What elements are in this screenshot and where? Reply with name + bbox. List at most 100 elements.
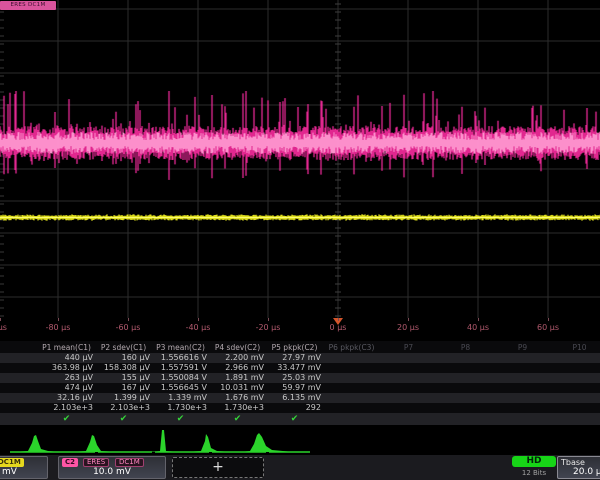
param-sdev-p1: 32.16 µV: [38, 393, 95, 403]
param-mean-p7: [380, 363, 437, 373]
param-mean-p6: [323, 363, 380, 373]
c2-trace-badge: ERES DC1M: [0, 1, 56, 10]
param-max-p9: [494, 383, 551, 393]
param-max-p8: [437, 383, 494, 393]
param-min-p1: 263 µV: [38, 373, 95, 383]
param-mean-p3: 1.557591 V: [152, 363, 209, 373]
c2-eres-badge: ERES: [83, 458, 109, 467]
param-value-p6: [323, 353, 380, 363]
oscilloscope-screen: ERES DC1M -100 µs -80 µs -60 µs -40 µs -20 µ…: [0, 0, 600, 480]
measure-row-mean: 363.98 µV158.308 µV1.557591 V2.966 mV33.…: [0, 363, 600, 373]
time-axis-label: -60 µs: [116, 323, 141, 332]
measure-row-num: 2.103e+32.103e+31.730e+31.730e+3292: [0, 403, 600, 413]
time-axis-label: -40 µs: [186, 323, 211, 332]
param-header-p5[interactable]: P5 pkpk(C2): [266, 343, 323, 353]
param-value-p3: 1.556616 V: [152, 353, 209, 363]
param-max-p3: 1.556645 V: [152, 383, 209, 393]
param-min-p3: 1.550084 V: [152, 373, 209, 383]
hd-badge[interactable]: HD: [512, 456, 556, 467]
bottom-bar: DC1M 10.0 mV C2 ERES DC1M 10.0 mV + HD 1…: [0, 455, 600, 480]
time-axis-label: 20 µs: [397, 323, 419, 332]
param-min-p8: [437, 373, 494, 383]
param-value-p2: 160 µV: [95, 353, 152, 363]
time-axis-label: -100 µs: [0, 323, 7, 332]
waveform-grid[interactable]: ERES DC1M: [0, 0, 600, 318]
param-header-p3[interactable]: P3 mean(C2): [152, 343, 209, 353]
measure-row-value: 440 µV160 µV1.556616 V2.200 mV27.97 mV: [0, 353, 600, 363]
measurement-table: P1 mean(C1)P2 sdev(C1)P3 mean(C2)P4 sdev…: [0, 341, 600, 425]
param-mean-p5: 33.477 mV: [266, 363, 323, 373]
parameter-histicons: [0, 425, 600, 455]
time-axis-tick: [548, 318, 549, 321]
param-header-p6[interactable]: P6 pkpk(C3): [323, 343, 380, 353]
param-num-p7: [380, 403, 437, 413]
measure-row-sdev: 32.16 µV1.399 µV1.339 mV1.676 mV6.135 mV: [0, 393, 600, 403]
param-mean-p8: [437, 363, 494, 373]
param-sdev-p4: 1.676 mV: [209, 393, 266, 403]
param-num-p9: [494, 403, 551, 413]
channel-c1-descriptor[interactable]: DC1M 10.0 mV: [0, 456, 48, 479]
c1-scale: 10.0 mV: [0, 467, 47, 477]
param-sdev-p3: 1.339 mV: [152, 393, 209, 403]
param-max-p2: 167 µV: [95, 383, 152, 393]
param-num-p1: 2.103e+3: [38, 403, 95, 413]
param-min-p2: 155 µV: [95, 373, 152, 383]
time-axis-label: -80 µs: [46, 323, 71, 332]
time-axis-label: -20 µs: [256, 323, 281, 332]
add-channel-button[interactable]: +: [172, 457, 264, 478]
param-value-p5: 27.97 mV: [266, 353, 323, 363]
param-header-p4[interactable]: P4 sdev(C2): [209, 343, 266, 353]
param-status-p10: [551, 413, 600, 425]
time-axis-label: 40 µs: [467, 323, 489, 332]
param-header-p7[interactable]: P7: [380, 343, 437, 353]
param-max-p1: 474 µV: [38, 383, 95, 393]
param-min-p6: [323, 373, 380, 383]
param-header-p2[interactable]: P2 sdev(C1): [95, 343, 152, 353]
param-mean-p1: 363.98 µV: [38, 363, 95, 373]
timebase-descriptor[interactable]: Tbase 20.0 µs/div: [557, 456, 600, 479]
hd-mode: HD 12 Bits: [512, 456, 556, 479]
param-mean-p9: [494, 363, 551, 373]
param-num-p10: [551, 403, 600, 413]
param-header-p8[interactable]: P8: [437, 343, 494, 353]
param-sdev-p2: 1.399 µV: [95, 393, 152, 403]
time-axis-tick: [58, 318, 59, 321]
param-status-p7: [380, 413, 437, 425]
param-sdev-p8: [437, 393, 494, 403]
c1-coupling-badge: DC1M: [0, 458, 24, 467]
param-status-p2: ✔: [95, 413, 152, 425]
param-value-p8: [437, 353, 494, 363]
param-min-p9: [494, 373, 551, 383]
param-status-p4: ✔: [209, 413, 266, 425]
channel-c2-descriptor[interactable]: C2 ERES DC1M 10.0 mV: [58, 456, 166, 479]
param-sdev-p5: 6.135 mV: [266, 393, 323, 403]
waveform-plot: [0, 0, 600, 318]
param-max-p6: [323, 383, 380, 393]
param-header-p10[interactable]: P10: [551, 343, 600, 353]
param-value-p4: 2.200 mV: [209, 353, 266, 363]
param-sdev-p6: [323, 393, 380, 403]
param-header-p1[interactable]: P1 mean(C1): [38, 343, 95, 353]
param-max-p4: 10.031 mV: [209, 383, 266, 393]
param-max-p7: [380, 383, 437, 393]
time-axis-tick: [198, 318, 199, 321]
param-status-p6: [323, 413, 380, 425]
param-header-p9[interactable]: P9: [494, 343, 551, 353]
param-sdev-p9: [494, 393, 551, 403]
c2-scale: 10.0 mV: [59, 467, 165, 477]
param-sdev-p10: [551, 393, 600, 403]
param-value-p10: [551, 353, 600, 363]
param-num-p5: 292: [266, 403, 323, 413]
param-status-p9: [494, 413, 551, 425]
param-min-p7: [380, 373, 437, 383]
param-status-p5: ✔: [266, 413, 323, 425]
param-max-p10: [551, 383, 600, 393]
tbase-label: Tbase: [561, 458, 585, 467]
param-max-p5: 59.97 mV: [266, 383, 323, 393]
time-axis-tick: [408, 318, 409, 321]
time-axis-tick: [268, 318, 269, 321]
param-num-p8: [437, 403, 494, 413]
c2-coupling-badge: DC1M: [115, 458, 144, 467]
param-mean-p4: 2.966 mV: [209, 363, 266, 373]
c2-label-badge: C2: [62, 458, 78, 467]
